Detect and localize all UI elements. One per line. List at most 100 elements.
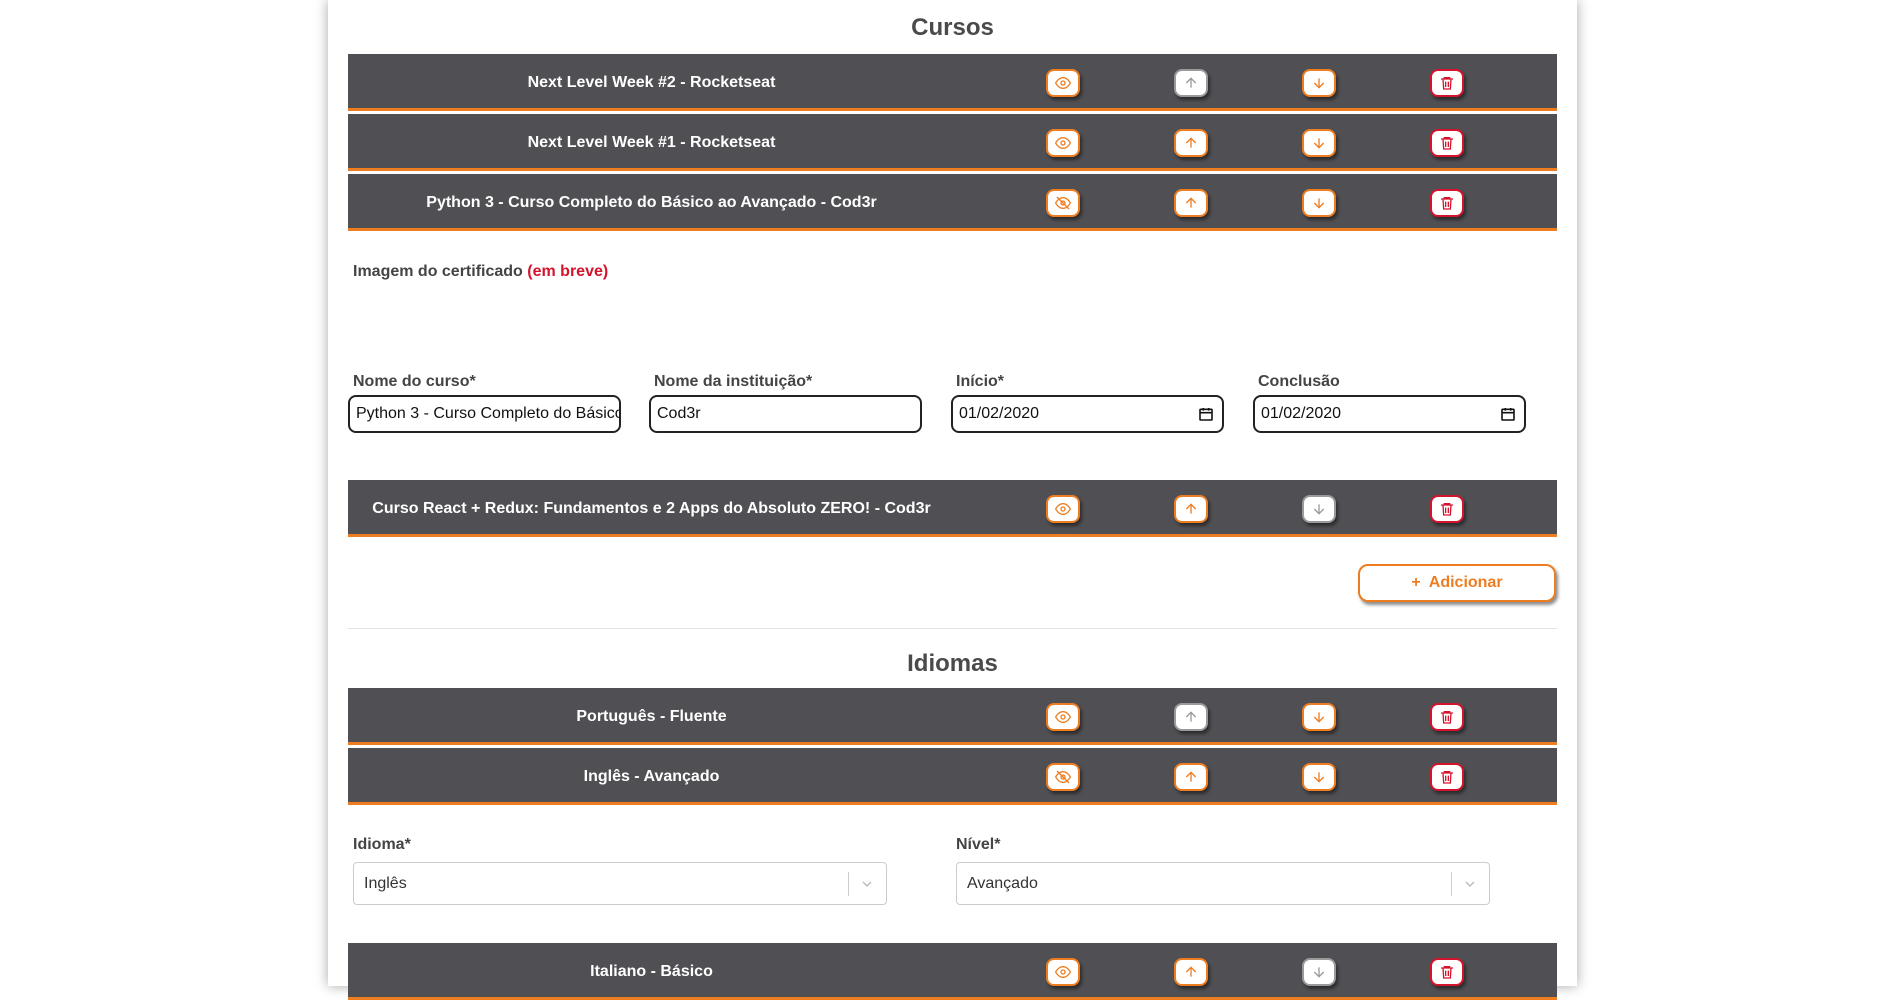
toggle-visibility-button[interactable] xyxy=(1046,495,1080,523)
move-down-button[interactable] xyxy=(1302,958,1336,986)
move-up-button[interactable] xyxy=(1174,703,1208,731)
arrow-up-icon xyxy=(1185,197,1197,208)
arrow-down-icon xyxy=(1313,78,1325,89)
arrow-down-icon xyxy=(1313,967,1325,978)
row-label: Curso React + Redux: Fundamentos e 2 App… xyxy=(372,500,931,517)
arrow-down-icon xyxy=(1313,198,1325,209)
row-label: Next Level Week #1 - Rocketseat xyxy=(527,134,776,151)
level-select[interactable]: Avançado xyxy=(956,862,1490,905)
delete-button[interactable] xyxy=(1430,763,1464,791)
eye-icon xyxy=(1055,502,1071,516)
delete-button[interactable] xyxy=(1430,703,1464,731)
language-select[interactable]: Inglês xyxy=(353,862,887,905)
move-down-button[interactable] xyxy=(1302,495,1336,523)
certificate-image-label: Imagem do certificado (em breve) xyxy=(353,263,608,281)
institution-field[interactable]: Cod3r xyxy=(649,395,922,433)
institution-label: Nome da instituição* xyxy=(654,373,813,390)
toggle-visibility-button[interactable] xyxy=(1046,958,1080,986)
level-label: Nível* xyxy=(956,836,1001,853)
arrow-up-icon xyxy=(1185,503,1197,514)
move-up-button[interactable] xyxy=(1174,69,1208,97)
course-name-label: Nome do curso* xyxy=(353,373,476,390)
start-date-label: Início* xyxy=(956,373,1005,390)
move-down-button[interactable] xyxy=(1302,129,1336,157)
calendar-icon[interactable] xyxy=(1500,406,1516,422)
trash-icon xyxy=(1441,966,1453,979)
end-date-field[interactable]: 01/02/2020 xyxy=(1253,395,1526,433)
arrow-up-icon xyxy=(1185,711,1197,722)
move-up-button[interactable] xyxy=(1174,495,1208,523)
eye-icon xyxy=(1055,136,1071,150)
coming-soon-badge: (em breve) xyxy=(527,263,609,280)
arrow-down-icon xyxy=(1313,772,1325,783)
trash-icon xyxy=(1441,771,1453,784)
arrow-up-icon xyxy=(1185,137,1197,148)
delete-button[interactable] xyxy=(1430,69,1464,97)
trash-icon xyxy=(1441,503,1453,516)
arrow-up-icon xyxy=(1185,77,1197,88)
move-down-button[interactable] xyxy=(1302,703,1336,731)
plus-icon: + xyxy=(1411,574,1421,591)
arrow-down-icon xyxy=(1313,504,1325,515)
move-up-button[interactable] xyxy=(1174,958,1208,986)
row-label: Inglês - Avançado xyxy=(583,768,720,785)
list-item[interactable]: Curso React + Redux: Fundamentos e 2 App… xyxy=(348,480,1557,537)
add-course-button[interactable]: + Adicionar xyxy=(1358,564,1556,602)
move-down-button[interactable] xyxy=(1302,763,1336,791)
section-title-cursos: Cursos xyxy=(911,14,994,41)
arrow-up-icon xyxy=(1185,966,1197,977)
eye-icon xyxy=(1055,965,1071,979)
trash-icon xyxy=(1441,711,1453,724)
list-item[interactable]: Português - Fluente xyxy=(348,688,1557,745)
end-date-value: 01/02/2020 xyxy=(1261,405,1342,422)
select-separator xyxy=(1451,872,1452,896)
certificate-label-text: Imagem do certificado xyxy=(353,263,523,280)
chevron-down-icon xyxy=(862,881,872,887)
row-label: Português - Fluente xyxy=(576,708,727,725)
toggle-visibility-button[interactable] xyxy=(1046,69,1080,97)
toggle-visibility-button[interactable] xyxy=(1046,763,1080,791)
arrow-down-icon xyxy=(1313,712,1325,723)
toggle-visibility-button[interactable] xyxy=(1046,189,1080,217)
trash-icon xyxy=(1441,197,1453,210)
arrow-up-icon xyxy=(1185,771,1197,782)
row-label: Next Level Week #2 - Rocketseat xyxy=(527,74,776,91)
select-separator xyxy=(848,872,849,896)
resume-editor-panel: Cursos Next Level Week #2 - Rocketseat N… xyxy=(328,0,1577,1000)
toggle-visibility-button[interactable] xyxy=(1046,703,1080,731)
delete-button[interactable] xyxy=(1430,958,1464,986)
move-up-button[interactable] xyxy=(1174,763,1208,791)
eye-icon xyxy=(1055,76,1071,90)
list-item[interactable]: Italiano - Básico xyxy=(348,943,1557,1000)
list-item[interactable]: Python 3 - Curso Completo do Básico ao A… xyxy=(348,174,1557,231)
trash-icon xyxy=(1441,77,1453,90)
move-down-button[interactable] xyxy=(1302,69,1336,97)
eye-off-icon xyxy=(1055,770,1071,784)
add-button-label: Adicionar xyxy=(1428,574,1503,591)
move-down-button[interactable] xyxy=(1302,189,1336,217)
delete-button[interactable] xyxy=(1430,189,1464,217)
section-divider xyxy=(348,628,1557,629)
eye-icon xyxy=(1055,710,1071,724)
list-item[interactable]: Inglês - Avançado xyxy=(348,748,1557,805)
list-item[interactable]: Next Level Week #2 - Rocketseat xyxy=(348,54,1557,111)
row-label: Italiano - Básico xyxy=(590,963,713,980)
section-title-idiomas: Idiomas xyxy=(907,650,998,677)
level-select-value: Avançado xyxy=(967,875,1038,892)
start-date-value: 01/02/2020 xyxy=(959,405,1040,422)
delete-button[interactable] xyxy=(1430,129,1464,157)
language-select-value: Inglês xyxy=(364,875,407,892)
move-up-button[interactable] xyxy=(1174,129,1208,157)
move-up-button[interactable] xyxy=(1174,189,1208,217)
toggle-visibility-button[interactable] xyxy=(1046,129,1080,157)
chevron-down-icon xyxy=(1465,881,1475,887)
calendar-icon[interactable] xyxy=(1198,406,1214,422)
language-label: Idioma* xyxy=(353,836,411,853)
course-name-field[interactable]: Python 3 - Curso Completo do Básico ao A… xyxy=(348,395,621,433)
list-item[interactable]: Next Level Week #1 - Rocketseat xyxy=(348,114,1557,171)
end-date-label: Conclusão xyxy=(1258,373,1340,390)
start-date-field[interactable]: 01/02/2020 xyxy=(951,395,1224,433)
trash-icon xyxy=(1441,137,1453,150)
arrow-down-icon xyxy=(1313,138,1325,149)
delete-button[interactable] xyxy=(1430,495,1464,523)
